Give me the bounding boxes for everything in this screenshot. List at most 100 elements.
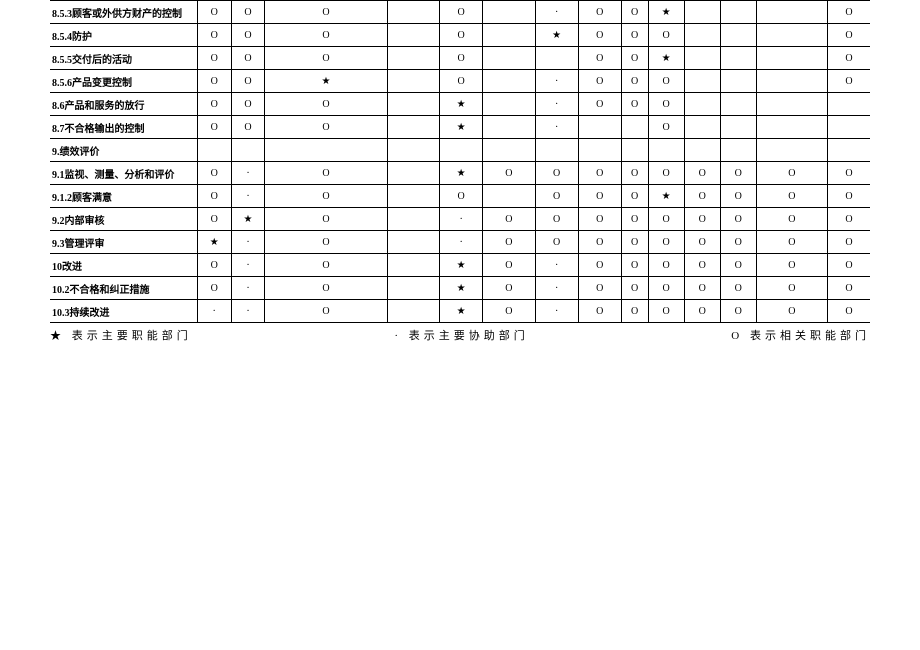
cell xyxy=(440,139,483,162)
cell: O xyxy=(684,208,720,231)
cell: O xyxy=(720,185,756,208)
legend-star: ★ 表示主要职能部门 xyxy=(50,327,192,343)
cell xyxy=(720,70,756,93)
cell: O xyxy=(483,208,535,231)
cell: O xyxy=(720,300,756,323)
cell: O xyxy=(621,1,648,24)
cell: · xyxy=(440,208,483,231)
cell xyxy=(387,231,439,254)
cell: O xyxy=(197,24,231,47)
cell: O xyxy=(578,47,621,70)
cell: · xyxy=(535,70,578,93)
cell: O xyxy=(197,277,231,300)
cell: · xyxy=(535,1,578,24)
legend: ★ 表示主要职能部门 · 表示主要协助部门 O 表示相关职能部门 xyxy=(50,327,870,343)
table-row: 8.7不合格输出的控制OOO★·O xyxy=(50,116,870,139)
cell xyxy=(483,93,535,116)
cell xyxy=(756,93,827,116)
cell: · xyxy=(535,300,578,323)
legend-circle: O 表示相关职能部门 xyxy=(731,327,870,343)
cell: O xyxy=(578,277,621,300)
cell: O xyxy=(231,93,265,116)
cell: ★ xyxy=(440,93,483,116)
cell: O xyxy=(535,231,578,254)
cell: O xyxy=(756,254,827,277)
cell: O xyxy=(684,254,720,277)
cell xyxy=(197,139,231,162)
cell xyxy=(578,139,621,162)
cell: O xyxy=(827,208,870,231)
table-row: 8.6产品和服务的放行OOO★·OOO xyxy=(50,93,870,116)
cell xyxy=(720,139,756,162)
cell: O xyxy=(648,254,684,277)
cell: O xyxy=(827,1,870,24)
cell: O xyxy=(720,277,756,300)
cell xyxy=(827,93,870,116)
cell: O xyxy=(440,47,483,70)
cell xyxy=(720,93,756,116)
table-row: 9.3管理评审★·O·OOOOOOOOO xyxy=(50,231,870,254)
cell: ★ xyxy=(265,70,387,93)
cell: O xyxy=(535,185,578,208)
row-label: 8.5.5交付后的活动 xyxy=(50,47,197,70)
cell: O xyxy=(621,70,648,93)
cell: O xyxy=(756,300,827,323)
table-row: 9.绩效评价 xyxy=(50,139,870,162)
cell: O xyxy=(197,185,231,208)
cell xyxy=(387,139,439,162)
cell: O xyxy=(684,162,720,185)
cell xyxy=(387,47,439,70)
cell xyxy=(387,162,439,185)
cell: ★ xyxy=(440,277,483,300)
cell xyxy=(827,116,870,139)
row-label: 9.2内部审核 xyxy=(50,208,197,231)
cell xyxy=(387,24,439,47)
cell: O xyxy=(578,1,621,24)
cell xyxy=(684,93,720,116)
cell xyxy=(756,47,827,70)
cell xyxy=(387,208,439,231)
cell: O xyxy=(197,93,231,116)
cell: O xyxy=(648,208,684,231)
cell: · xyxy=(231,185,265,208)
cell xyxy=(387,300,439,323)
cell: O xyxy=(648,231,684,254)
cell xyxy=(578,116,621,139)
cell xyxy=(483,1,535,24)
table-row: 8.5.5交付后的活动OOOOOO★O xyxy=(50,47,870,70)
cell xyxy=(483,139,535,162)
cell xyxy=(535,47,578,70)
cell xyxy=(720,47,756,70)
cell: O xyxy=(578,162,621,185)
cell: O xyxy=(197,1,231,24)
cell: O xyxy=(197,208,231,231)
cell: O xyxy=(197,254,231,277)
cell xyxy=(827,139,870,162)
cell xyxy=(387,185,439,208)
cell: O xyxy=(578,254,621,277)
cell: · xyxy=(231,277,265,300)
cell: O xyxy=(827,47,870,70)
cell: O xyxy=(578,185,621,208)
cell: O xyxy=(621,254,648,277)
cell: O xyxy=(265,231,387,254)
cell: O xyxy=(827,162,870,185)
cell: O xyxy=(648,162,684,185)
cell: ★ xyxy=(197,231,231,254)
row-label: 8.5.3顾客或外供方财产的控制 xyxy=(50,1,197,24)
cell: O xyxy=(756,231,827,254)
row-label: 9.3管理评审 xyxy=(50,231,197,254)
cell: · xyxy=(535,116,578,139)
cell: O xyxy=(483,277,535,300)
cell: ★ xyxy=(440,162,483,185)
cell: O xyxy=(621,300,648,323)
cell: O xyxy=(265,116,387,139)
cell: O xyxy=(231,1,265,24)
cell: O xyxy=(648,116,684,139)
row-label: 8.5.6产品变更控制 xyxy=(50,70,197,93)
cell xyxy=(483,70,535,93)
cell xyxy=(621,116,648,139)
cell: O xyxy=(648,277,684,300)
cell: O xyxy=(621,93,648,116)
cell: O xyxy=(265,162,387,185)
